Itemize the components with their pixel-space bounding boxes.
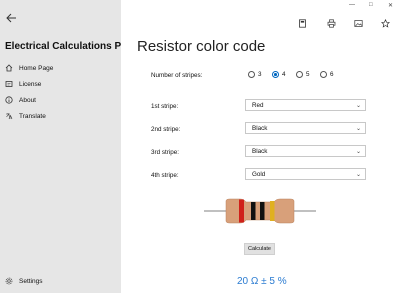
calculator-icon[interactable] — [298, 15, 307, 28]
radio-circle — [248, 71, 255, 78]
sidebar-item-label: About — [19, 96, 36, 104]
sidebar-item-home[interactable]: Home Page — [0, 61, 121, 75]
result-text: 20 Ω ± 5 % — [237, 276, 287, 287]
radio-label: 5 — [306, 71, 310, 78]
info-icon — [5, 96, 13, 104]
stripe1-label: 1st stripe: — [151, 103, 179, 110]
stripe2-label: 2nd stripe: — [151, 126, 181, 133]
resistor-band-3 — [260, 202, 265, 220]
sidebar-item-label: Translate — [19, 112, 46, 120]
radio-circle — [296, 71, 303, 78]
translate-icon — [5, 112, 13, 120]
resistor-band-1 — [239, 199, 244, 223]
radio-stripes-5[interactable]: 5 — [296, 71, 310, 78]
resistor-image — [204, 198, 316, 224]
image-icon[interactable] — [354, 15, 363, 27]
stripe4-label: 4th stripe: — [151, 172, 179, 179]
maximize-button[interactable]: □ — [369, 2, 373, 8]
minimize-button[interactable]: — — [349, 2, 355, 8]
stripe3-select[interactable]: Black ⌄ — [245, 145, 366, 157]
radio-label: 4 — [282, 71, 286, 78]
page-title: Resistor color code — [137, 38, 266, 55]
select-value: Black — [252, 147, 268, 155]
radio-circle — [320, 71, 327, 78]
select-value: Black — [252, 124, 268, 132]
app-title: Electrical Calculations PRO — [5, 41, 137, 52]
calculate-button[interactable]: Calculate — [244, 243, 275, 255]
stripe2-select[interactable]: Black ⌄ — [245, 122, 366, 134]
favorite-star-icon[interactable] — [380, 15, 391, 28]
license-icon — [5, 80, 13, 88]
radio-label: 6 — [330, 71, 334, 78]
sidebar-item-license[interactable]: License — [0, 77, 121, 91]
stripes-label: Number of stripes: — [151, 72, 203, 79]
sidebar-item-settings[interactable]: Settings — [0, 274, 121, 288]
stripe3-label: 3rd stripe: — [151, 149, 179, 156]
chevron-down-icon: ⌄ — [355, 149, 361, 155]
chevron-down-icon: ⌄ — [355, 126, 361, 132]
sidebar-item-label: License — [19, 80, 42, 88]
radio-stripes-4[interactable]: 4 — [272, 71, 286, 78]
chevron-down-icon: ⌄ — [355, 103, 361, 109]
radio-label: 3 — [258, 71, 262, 78]
resistor-band-4 — [270, 201, 275, 221]
sidebar: Electrical Calculations PRO Home Page Li… — [0, 0, 136, 293]
sidebar-item-label: Settings — [19, 277, 43, 285]
radio-circle-selected — [272, 71, 279, 78]
print-icon[interactable] — [327, 15, 336, 28]
resistor-band-2 — [251, 202, 256, 220]
home-icon — [5, 64, 13, 72]
sidebar-item-label: Home Page — [19, 64, 54, 72]
sidebar-item-about[interactable]: About — [0, 93, 121, 107]
close-button[interactable]: ✕ — [388, 2, 393, 9]
select-value: Red — [252, 101, 264, 109]
radio-stripes-6[interactable]: 6 — [320, 71, 334, 78]
chevron-down-icon: ⌄ — [355, 172, 361, 178]
stripe4-select[interactable]: Gold ⌄ — [245, 168, 366, 180]
stripe1-select[interactable]: Red ⌄ — [245, 99, 366, 111]
select-value: Gold — [252, 170, 266, 178]
sidebar-item-translate[interactable]: Translate — [0, 109, 121, 123]
gear-icon — [5, 277, 13, 285]
radio-stripes-3[interactable]: 3 — [248, 71, 262, 78]
back-arrow-icon[interactable] — [5, 12, 17, 24]
